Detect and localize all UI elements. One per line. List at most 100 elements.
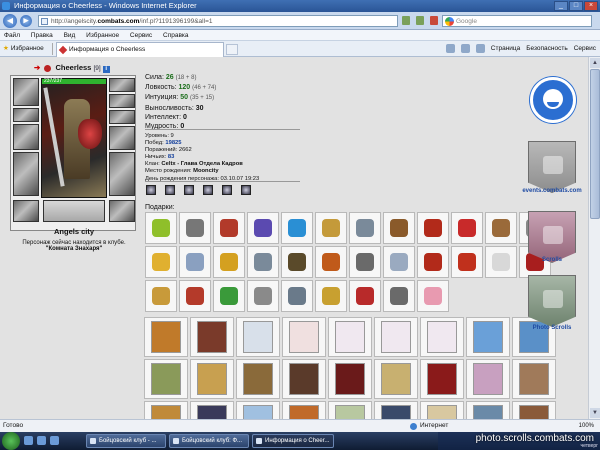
gift-item[interactable]	[247, 212, 279, 244]
postcard-item[interactable]	[466, 317, 510, 357]
start-button[interactable]	[2, 432, 20, 450]
photo-scrolls-banner[interactable]	[528, 275, 576, 327]
badge-icon[interactable]	[165, 185, 175, 195]
page-menu[interactable]: Страница	[491, 44, 520, 54]
slot-belt[interactable]	[13, 200, 39, 222]
security-zone[interactable]: Интернет	[408, 420, 448, 432]
gift-item[interactable]	[179, 212, 211, 244]
menu-help[interactable]: Справка	[163, 32, 189, 39]
clan-link[interactable]: Celtx - Глава Отдела Кадров	[161, 161, 242, 167]
slot-earrings[interactable]	[109, 78, 135, 92]
menu-file[interactable]: Файл	[4, 32, 20, 39]
postcard-item[interactable]	[420, 359, 464, 399]
go-icon[interactable]	[402, 16, 410, 25]
postcard-item[interactable]	[328, 401, 372, 419]
gift-item[interactable]	[281, 246, 313, 278]
postcard-item[interactable]	[190, 401, 234, 419]
clan-icon[interactable]	[44, 64, 52, 72]
stop-icon[interactable]	[430, 16, 438, 25]
slot-amulet[interactable]	[109, 94, 135, 108]
gift-item[interactable]	[145, 212, 177, 244]
refresh-icon[interactable]	[416, 16, 424, 25]
home-icon[interactable]	[445, 44, 455, 53]
gift-item[interactable]	[349, 212, 381, 244]
gift-item[interactable]	[383, 280, 415, 312]
gift-item[interactable]	[213, 212, 245, 244]
maximize-button[interactable]: □	[569, 1, 583, 11]
taskbar-item[interactable]: Бойцовский клуб - ...	[86, 434, 166, 448]
scrolls-banner[interactable]	[528, 211, 576, 263]
postcard-item[interactable]	[144, 401, 188, 419]
gift-item[interactable]	[315, 280, 347, 312]
quicklaunch-icon[interactable]	[50, 436, 59, 445]
slot-boots[interactable]	[109, 200, 135, 222]
gift-item[interactable]	[349, 246, 381, 278]
tab-character-info[interactable]: Информация о Cheerless	[56, 42, 224, 57]
print-icon[interactable]	[475, 44, 485, 53]
badge-icon[interactable]	[184, 185, 194, 195]
combats-logo[interactable]	[530, 77, 576, 123]
gift-item[interactable]	[383, 246, 415, 278]
badge-icon[interactable]	[203, 185, 213, 195]
gift-item[interactable]	[451, 246, 483, 278]
gift-item[interactable]	[349, 280, 381, 312]
gift-item[interactable]	[179, 246, 211, 278]
gift-item[interactable]	[145, 280, 177, 312]
gift-item[interactable]	[417, 280, 449, 312]
quicklaunch-icon[interactable]	[24, 436, 33, 445]
private-arrow-icon[interactable]: ➔	[34, 63, 40, 72]
back-button[interactable]: ◀	[3, 14, 17, 28]
gift-item[interactable]	[485, 212, 517, 244]
slot-bracer[interactable]	[13, 108, 39, 122]
gift-item[interactable]	[179, 280, 211, 312]
tools-menu[interactable]: Сервис	[574, 44, 596, 54]
menu-favorites[interactable]: Избранное	[86, 32, 119, 39]
postcard-item[interactable]	[466, 359, 510, 399]
badge-icon[interactable]	[222, 185, 232, 195]
vertical-scrollbar[interactable]: ▲ ▼	[588, 57, 600, 419]
postcard-item[interactable]	[236, 317, 280, 357]
postcard-item[interactable]	[512, 401, 556, 419]
gift-item[interactable]	[417, 212, 449, 244]
scroll-thumb[interactable]	[590, 69, 600, 219]
menu-view[interactable]: Вид	[64, 32, 76, 39]
feeds-icon[interactable]	[460, 44, 470, 53]
close-button[interactable]: ×	[584, 1, 598, 11]
badge-icon[interactable]	[241, 185, 251, 195]
slot-helmet[interactable]	[13, 78, 39, 106]
search-input[interactable]: Google	[442, 15, 592, 27]
postcard-item[interactable]	[190, 317, 234, 357]
postcard-item[interactable]	[236, 359, 280, 399]
info-icon[interactable]: i	[102, 66, 110, 73]
gift-item[interactable]	[247, 280, 279, 312]
forward-button[interactable]: ▶	[20, 15, 32, 27]
postcard-item[interactable]	[190, 359, 234, 399]
postcard-item[interactable]	[512, 359, 556, 399]
postcard-item[interactable]	[236, 401, 280, 419]
taskbar-item[interactable]: Бойцовский клуб: Ф...	[169, 434, 249, 448]
events-label[interactable]: events.combats.com	[520, 188, 584, 194]
slot-gloves[interactable]	[109, 126, 135, 150]
safety-menu[interactable]: Безопасность	[526, 44, 567, 54]
gift-item[interactable]	[247, 246, 279, 278]
gift-item[interactable]	[315, 246, 347, 278]
slot-weapon[interactable]	[13, 124, 39, 150]
postcard-item[interactable]	[328, 359, 372, 399]
postcard-item[interactable]	[374, 401, 418, 419]
postcard-item[interactable]	[282, 317, 326, 357]
scroll-up-arrow[interactable]: ▲	[590, 58, 600, 68]
postcard-item[interactable]	[374, 317, 418, 357]
slot-shield[interactable]	[109, 152, 135, 196]
postcard-item[interactable]	[466, 401, 510, 419]
gift-item[interactable]	[451, 212, 483, 244]
slot-armor[interactable]	[13, 152, 39, 196]
postcard-item[interactable]	[420, 401, 464, 419]
gift-item[interactable]	[213, 246, 245, 278]
events-banner[interactable]	[528, 141, 576, 193]
gift-item[interactable]	[485, 246, 517, 278]
menu-tools[interactable]: Сервис	[130, 32, 152, 39]
postcard-item[interactable]	[282, 359, 326, 399]
new-tab-button[interactable]	[226, 44, 238, 55]
photo-scrolls-label[interactable]: Photo Scrolls	[520, 325, 584, 331]
favorites-button[interactable]: Избранное	[3, 44, 44, 54]
